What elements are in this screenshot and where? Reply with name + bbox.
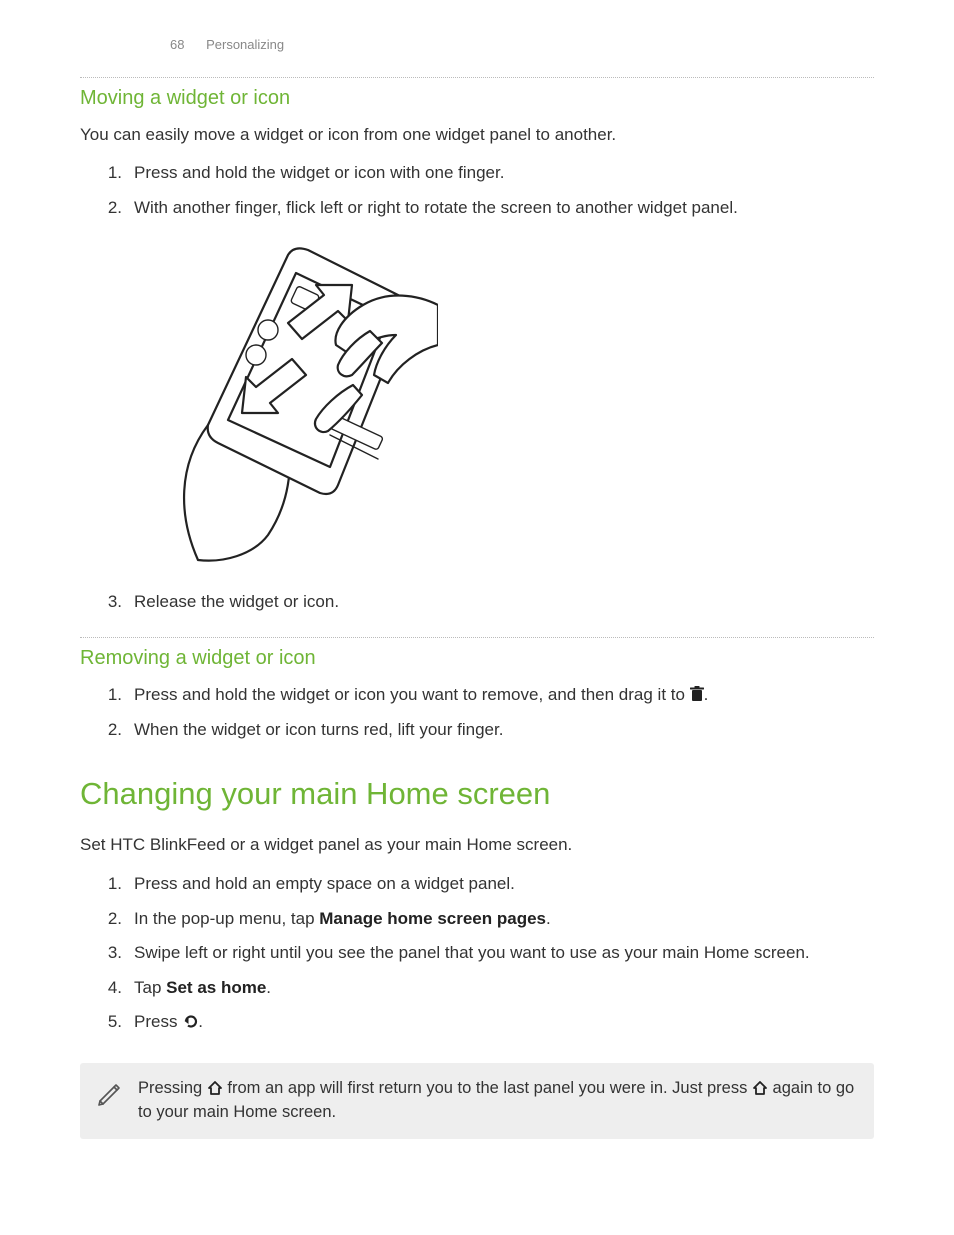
- step-text: Swipe left or right until you see the pa…: [134, 941, 874, 966]
- page-number: 68: [170, 37, 184, 52]
- body-text: Set HTC BlinkFeed or a widget panel as y…: [80, 833, 874, 858]
- step-number: 1.: [80, 872, 134, 897]
- step-text: In the pop-up menu, tap Manage home scre…: [134, 907, 874, 932]
- step-number: 1.: [80, 683, 134, 708]
- phone-gesture-illustration: [138, 235, 438, 565]
- home-icon: [752, 1081, 768, 1095]
- subheading-moving-widget: Moving a widget or icon: [80, 84, 874, 113]
- step-number: 3.: [80, 590, 134, 615]
- step-number: 2.: [80, 907, 134, 932]
- step-item: 1. Press and hold the widget or icon you…: [80, 683, 874, 708]
- step-text: Release the widget or icon.: [134, 590, 874, 615]
- step-text: When the widget or icon turns red, lift …: [134, 718, 874, 743]
- step-text: Press and hold the widget or icon with o…: [134, 161, 874, 186]
- section-name: Personalizing: [206, 37, 284, 52]
- step-item: 2. With another finger, flick left or ri…: [80, 196, 874, 221]
- step-text: Press and hold the widget or icon you wa…: [134, 683, 874, 708]
- step-item: 3. Swipe left or right until you see the…: [80, 941, 874, 966]
- steps-list: 3. Release the widget or icon.: [80, 590, 874, 615]
- step-item: 2. In the pop-up menu, tap Manage home s…: [80, 907, 874, 932]
- step-item: 1. Press and hold an empty space on a wi…: [80, 872, 874, 897]
- steps-list: 1. Press and hold an empty space on a wi…: [80, 872, 874, 1035]
- trash-icon: [690, 686, 704, 702]
- body-text: You can easily move a widget or icon fro…: [80, 123, 874, 148]
- step-number: 2.: [80, 196, 134, 221]
- divider: [80, 637, 874, 638]
- note-box: Pressing from an app will first return y…: [80, 1063, 874, 1139]
- step-text: With another finger, flick left or right…: [134, 196, 874, 221]
- step-item: 5. Press .: [80, 1010, 874, 1035]
- step-text: Press and hold an empty space on a widge…: [134, 872, 874, 897]
- note-text: Pressing from an app will first return y…: [138, 1077, 856, 1125]
- step-number: 3.: [80, 941, 134, 966]
- step-text: Press .: [134, 1010, 874, 1035]
- steps-list: 1. Press and hold the widget or icon wit…: [80, 161, 874, 220]
- step-item: 2. When the widget or icon turns red, li…: [80, 718, 874, 743]
- step-number: 4.: [80, 976, 134, 1001]
- running-header: 68 Personalizing: [170, 36, 874, 55]
- step-item: 3. Release the widget or icon.: [80, 590, 874, 615]
- divider: [80, 77, 874, 78]
- step-item: 1. Press and hold the widget or icon wit…: [80, 161, 874, 186]
- steps-list: 1. Press and hold the widget or icon you…: [80, 683, 874, 742]
- pencil-icon: [94, 1077, 124, 1115]
- home-icon: [207, 1081, 223, 1095]
- back-icon: [182, 1013, 198, 1029]
- step-item: 4. Tap Set as home.: [80, 976, 874, 1001]
- step-number: 5.: [80, 1010, 134, 1035]
- step-text: Tap Set as home.: [134, 976, 874, 1001]
- step-number: 1.: [80, 161, 134, 186]
- heading-changing-home-screen: Changing your main Home screen: [80, 772, 874, 817]
- step-number: 2.: [80, 718, 134, 743]
- subheading-removing-widget: Removing a widget or icon: [80, 644, 874, 673]
